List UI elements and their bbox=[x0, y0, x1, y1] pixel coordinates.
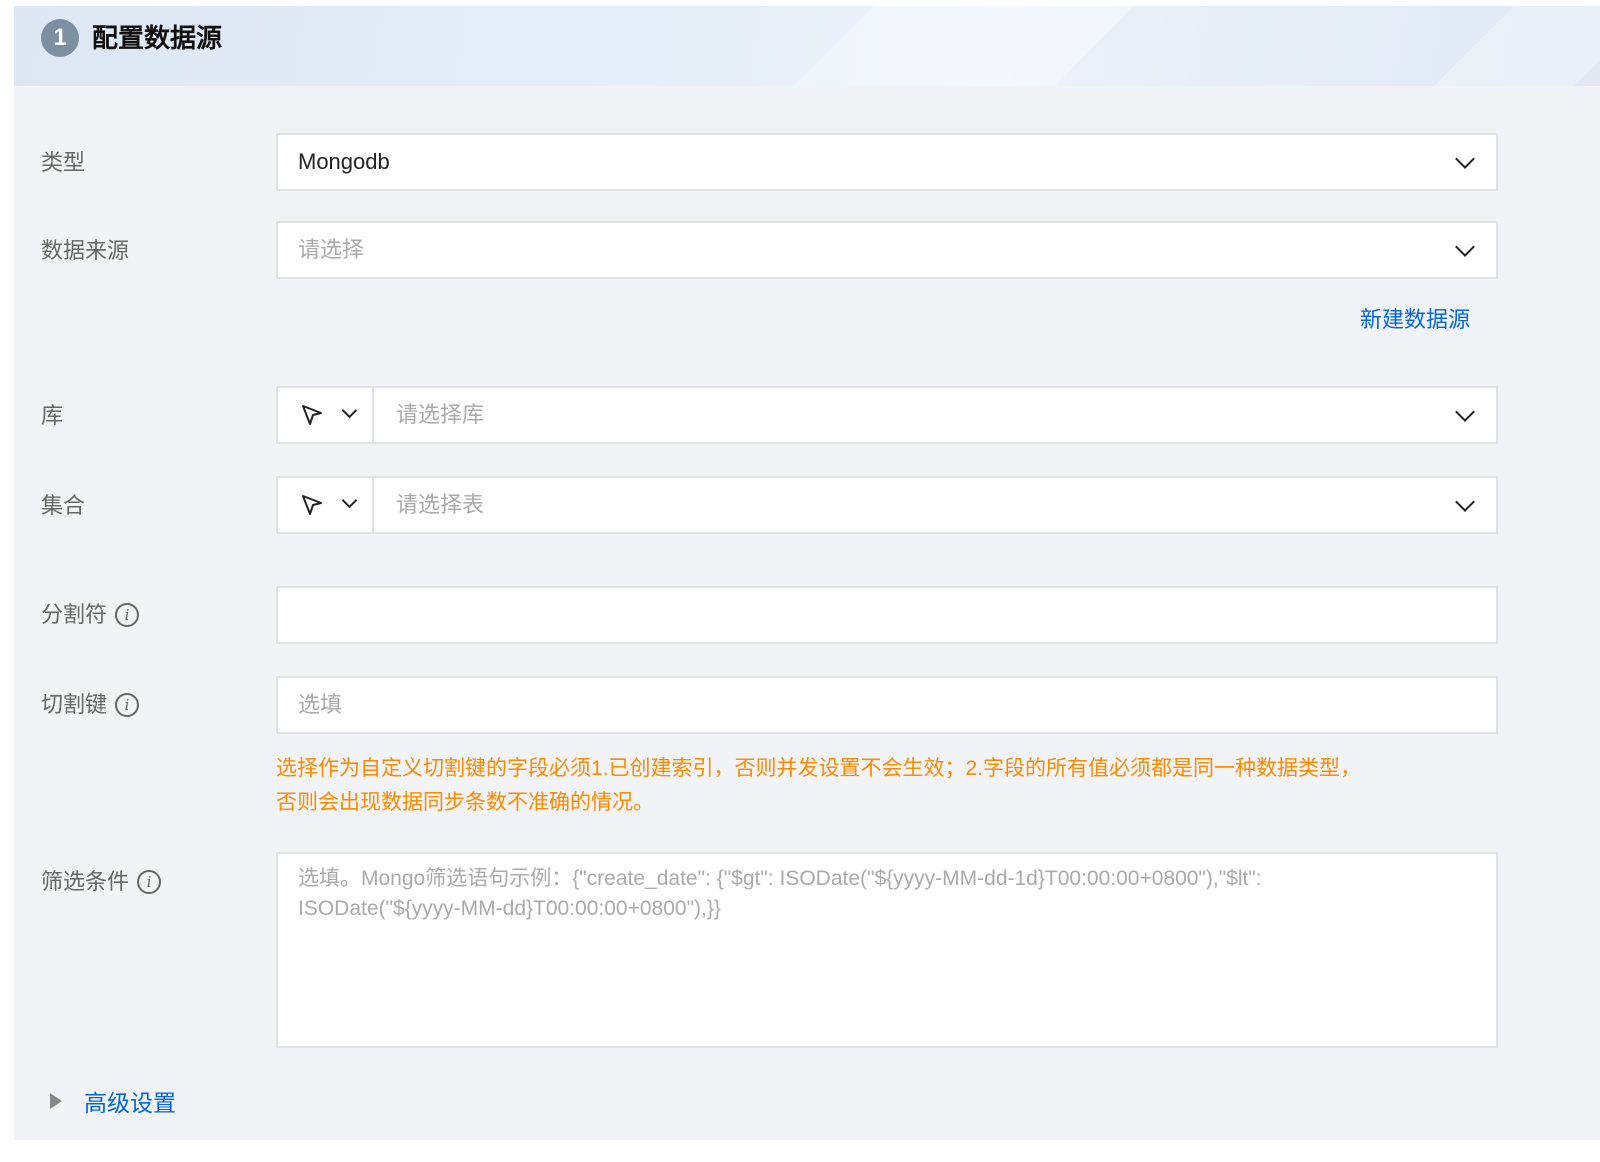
database-label: 库 bbox=[41, 401, 63, 431]
type-select-value: Mongodb bbox=[298, 149, 390, 174]
warning-line-1: 选择作为自定义切割键的字段必须1.已创建索引，否则并发设置不会生效；2.字段的所… bbox=[276, 757, 1362, 780]
chevron-down-icon bbox=[1455, 492, 1475, 512]
source-select[interactable]: 请选择 bbox=[276, 221, 1498, 279]
chevron-down-icon bbox=[341, 492, 358, 509]
info-icon[interactable]: i bbox=[115, 603, 140, 627]
filter-label-text: 筛选条件 bbox=[41, 869, 130, 894]
type-label-text: 类型 bbox=[41, 150, 86, 175]
step-number-badge: 1 bbox=[41, 19, 79, 57]
delimiter-input[interactable] bbox=[276, 586, 1498, 644]
collection-select-placeholder: 请选择表 bbox=[396, 492, 485, 517]
split-key-label-text: 切割键 bbox=[41, 692, 108, 717]
chevron-down-icon bbox=[341, 402, 358, 419]
collection-label-text: 集合 bbox=[41, 493, 86, 518]
split-key-warning: 选择作为自定义切割键的字段必须1.已创建索引，否则并发设置不会生效；2.字段的所… bbox=[276, 752, 1506, 820]
filter-placeholder-line-1: 选填。Mongo筛选语句示例：{"create_date": {"$gt": I… bbox=[298, 867, 1262, 890]
filter-label: 筛选条件 i bbox=[41, 867, 162, 897]
database-combo: 请选择库 bbox=[276, 386, 1498, 444]
advanced-settings-toggle[interactable]: 高级设置 bbox=[50, 1084, 176, 1118]
database-select[interactable]: 请选择库 bbox=[374, 386, 1498, 444]
collection-combo: 请选择表 bbox=[276, 476, 1498, 534]
section-header: 1 配置数据源 bbox=[14, 6, 1600, 86]
cursor-pointer-icon bbox=[302, 405, 322, 425]
type-select[interactable]: Mongodb bbox=[276, 133, 1498, 191]
database-label-text: 库 bbox=[41, 403, 64, 428]
advanced-settings-label: 高级设置 bbox=[84, 1090, 176, 1116]
collection-label: 集合 bbox=[41, 491, 85, 521]
source-label: 数据来源 bbox=[41, 236, 129, 266]
split-key-input[interactable]: 选填 bbox=[276, 676, 1498, 734]
chevron-down-icon bbox=[1455, 237, 1475, 257]
split-key-label: 切割键 i bbox=[41, 690, 140, 720]
type-label: 类型 bbox=[41, 148, 85, 178]
split-key-placeholder: 选填 bbox=[298, 692, 343, 717]
chevron-down-icon bbox=[1455, 149, 1475, 169]
filter-textarea[interactable]: 选填。Mongo筛选语句示例：{"create_date": {"$gt": I… bbox=[276, 852, 1498, 1048]
new-datasource-link[interactable]: 新建数据源 bbox=[1360, 302, 1470, 334]
database-select-placeholder: 请选择库 bbox=[396, 402, 485, 427]
triangle-right-icon bbox=[50, 1093, 62, 1109]
info-icon[interactable]: i bbox=[115, 693, 140, 717]
section-title: 配置数据源 bbox=[92, 23, 223, 53]
delimiter-label-text: 分割符 bbox=[41, 602, 108, 627]
source-label-text: 数据来源 bbox=[41, 238, 130, 263]
delimiter-label: 分割符 i bbox=[41, 600, 140, 630]
warning-line-2: 否则会出现数据同步条数不准确的情况。 bbox=[276, 791, 654, 814]
config-panel: 1 配置数据源 类型 Mongodb 数据来源 请选择 新建数据源 库 请选择库 bbox=[14, 6, 1600, 1140]
filter-placeholder-line-2: ISODate("${yyyy-MM-dd}T00:00:00+0800"),}… bbox=[298, 897, 721, 920]
cursor-pointer-icon bbox=[302, 495, 322, 515]
header-decoration bbox=[794, 6, 1134, 86]
chevron-down-icon bbox=[1455, 402, 1475, 422]
header-decoration bbox=[1434, 6, 1600, 86]
database-mode-select[interactable] bbox=[276, 386, 374, 444]
collection-select[interactable]: 请选择表 bbox=[374, 476, 1498, 534]
collection-mode-select[interactable] bbox=[276, 476, 374, 534]
source-select-placeholder: 请选择 bbox=[298, 237, 365, 262]
info-icon[interactable]: i bbox=[137, 870, 162, 894]
